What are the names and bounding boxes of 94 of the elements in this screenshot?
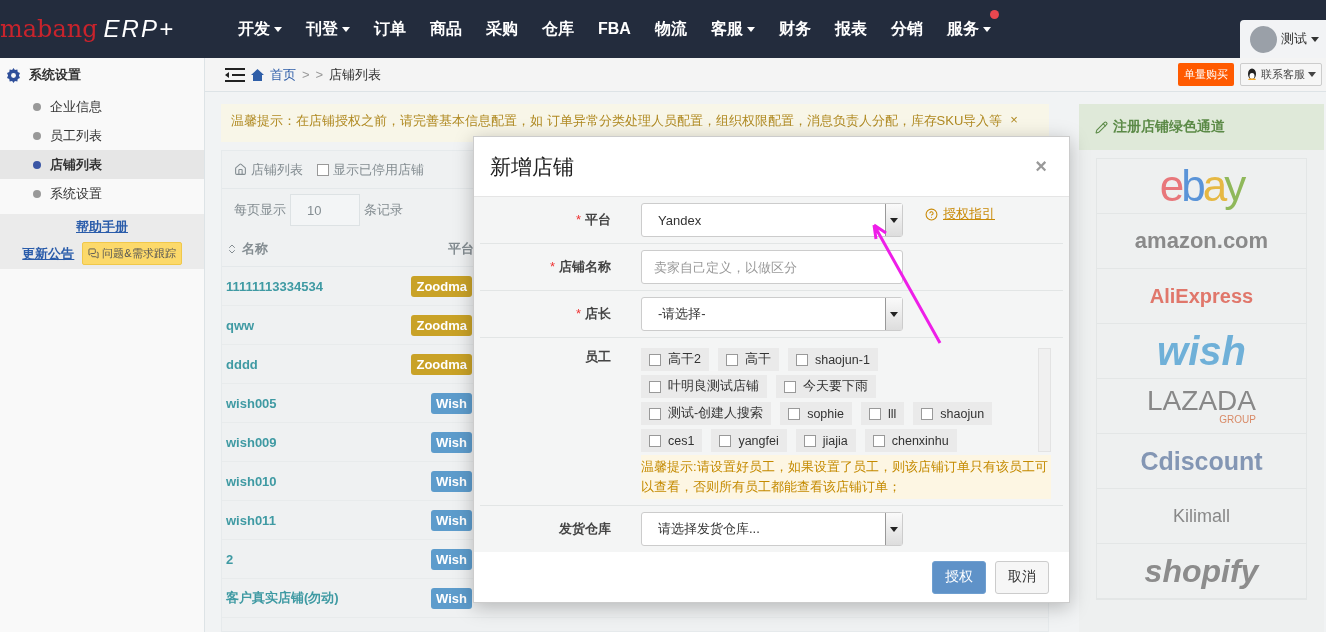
platform-tag: Wish — [431, 587, 472, 609]
menu-toggle-icon[interactable] — [225, 67, 245, 82]
chat-icon — [88, 248, 100, 259]
caret-icon — [890, 217, 898, 223]
user-menu[interactable]: 测试 — [1240, 20, 1326, 58]
platform-tag: Wish — [431, 431, 472, 453]
tip-text: 温馨提示：在店铺授权之前，请完善基本信息配置，如 订单异常分类处理人员配置，组织权限配置，消息负责人分配，库存SKU导入等 — [231, 112, 1003, 130]
breadcrumb-separator: > — [302, 67, 310, 82]
select-field[interactable]: 请选择发货仓库... — [641, 512, 903, 546]
platform-tag: Wish — [431, 509, 472, 531]
staff-checkbox[interactable]: 今天要下雨 — [776, 375, 876, 398]
field-label: * 店铺名称 — [548, 258, 611, 276]
caret-icon — [1308, 72, 1316, 77]
home-icon — [234, 163, 247, 176]
caret-icon — [274, 26, 282, 32]
caret-icon — [342, 26, 350, 32]
page-size-label: 条记录 — [364, 201, 403, 219]
nav-menu-item[interactable]: 分销 — [878, 8, 935, 50]
nav-menu-item[interactable]: 订单 — [362, 8, 418, 50]
nav-menu-item[interactable]: 商品 — [418, 8, 474, 50]
logo: amazon.com — [1134, 230, 1269, 252]
sidebar-item[interactable]: 企业信息 — [0, 92, 204, 121]
staff-checkbox[interactable]: lll — [861, 402, 905, 425]
staff-checkbox[interactable]: ces1 — [641, 429, 703, 452]
staff-note: 温馨提示:请设置好员工，如果设置了员工，则该店铺订单只有该员工可以查看，否则所有员工都能查看该店铺订单； — [641, 455, 1051, 499]
caret-icon — [982, 26, 991, 32]
staff-checkbox[interactable]: shaojun — [913, 402, 993, 425]
modal-title: 新增店铺 — [490, 153, 574, 180]
platform-tag: Zoodma — [411, 314, 472, 336]
staff-checkbox[interactable]: yangfei — [711, 429, 787, 452]
platform-tag: Wish — [431, 548, 472, 570]
support-button[interactable]: 联系客服 — [1240, 63, 1322, 86]
input-field[interactable]: 卖家自己定义，以做区分 — [641, 250, 903, 284]
notification-dot — [989, 10, 999, 19]
logo: wish — [1157, 331, 1246, 371]
nav-menu-item[interactable]: 服务 — [934, 8, 1003, 50]
feedback-button[interactable]: 问题&需求跟踪 — [82, 242, 182, 265]
caret-icon — [890, 311, 898, 317]
breadcrumb-current: 店铺列表 — [329, 65, 382, 84]
field-label: 员工 — [584, 348, 611, 366]
platform-tag: Wish — [431, 470, 472, 492]
penguin-icon — [1246, 68, 1258, 81]
staff-checkbox[interactable]: 高干 — [717, 348, 779, 371]
select-field[interactable]: -请选择- — [641, 297, 903, 331]
caret-icon — [746, 26, 755, 32]
nav-menu-item[interactable]: 报表 — [822, 8, 879, 50]
platform-tag: Zoodma — [411, 275, 472, 297]
logo: Cdiscount — [1140, 448, 1263, 474]
nav-menu-item[interactable]: 刊登 — [294, 8, 362, 50]
logo: Kilimall — [1173, 507, 1230, 525]
staff-checkbox[interactable]: shaojun-1 — [787, 348, 878, 371]
breadcrumb-separator: > — [315, 67, 324, 82]
logo: AliExpress — [1149, 286, 1254, 306]
staff-checkbox[interactable]: 叶明良测试店铺 — [641, 375, 767, 398]
register-header: 注册店铺绿色通道 — [1079, 104, 1324, 150]
field-label: 发货仓库 — [558, 520, 611, 538]
sidebar-item[interactable]: 店铺列表 — [0, 150, 204, 179]
sidebar-title: 系统设置 — [29, 66, 81, 84]
nav-menu-item[interactable]: 开发 — [226, 8, 294, 50]
platform-tag: Wish — [431, 392, 472, 414]
logo: LAZADA GROUP — [1147, 387, 1256, 425]
home-icon — [251, 68, 264, 81]
help-link[interactable]: 帮助手册 — [76, 218, 128, 236]
help-icon — [925, 207, 938, 221]
news-link[interactable]: 更新公告 — [22, 244, 75, 263]
nav-menu-item[interactable]: 采购 — [474, 8, 530, 50]
logo: ebay — [1159, 164, 1244, 208]
page-size-label: 每页显示 — [234, 201, 286, 219]
avatar — [1250, 25, 1277, 53]
staff-checkbox[interactable]: sophie — [780, 402, 852, 425]
breadcrumb-link[interactable]: 首页 — [270, 65, 296, 84]
staff-checkbox[interactable]: 测试-创建人搜索 — [641, 402, 772, 425]
sort-icon[interactable] — [226, 242, 238, 255]
nav-menu-item[interactable]: 仓库 — [530, 8, 586, 50]
field-label: * 店长 — [574, 305, 611, 323]
sidebar-item[interactable]: 系统设置 — [0, 179, 204, 208]
nav-menu-item[interactable]: 客服 — [698, 8, 767, 50]
platform-tag: Zoodma — [411, 353, 472, 375]
nav-menu-item[interactable]: FBA — [586, 8, 643, 50]
nav-menu-item[interactable]: 财务 — [766, 8, 823, 50]
pencil-icon — [1095, 120, 1108, 134]
gear-icon — [6, 67, 21, 83]
staff-checkbox[interactable]: 高干2 — [641, 348, 709, 371]
cancel-button[interactable]: 取消 — [995, 560, 1049, 594]
caret-icon — [890, 526, 898, 532]
staff-checkbox[interactable]: jiajia — [795, 429, 856, 452]
staff-checkbox[interactable]: chenxinhu — [864, 429, 957, 452]
field-label: * 平台 — [574, 211, 611, 229]
logo: shopify — [1144, 555, 1259, 587]
sidebar-item[interactable]: 员工列表 — [0, 121, 204, 150]
logo[interactable]: mabang ERP+ — [0, 0, 226, 58]
caret-icon — [1311, 36, 1319, 42]
nav-menu-item[interactable]: 物流 — [642, 8, 699, 50]
select-field[interactable]: Yandex — [641, 203, 903, 237]
